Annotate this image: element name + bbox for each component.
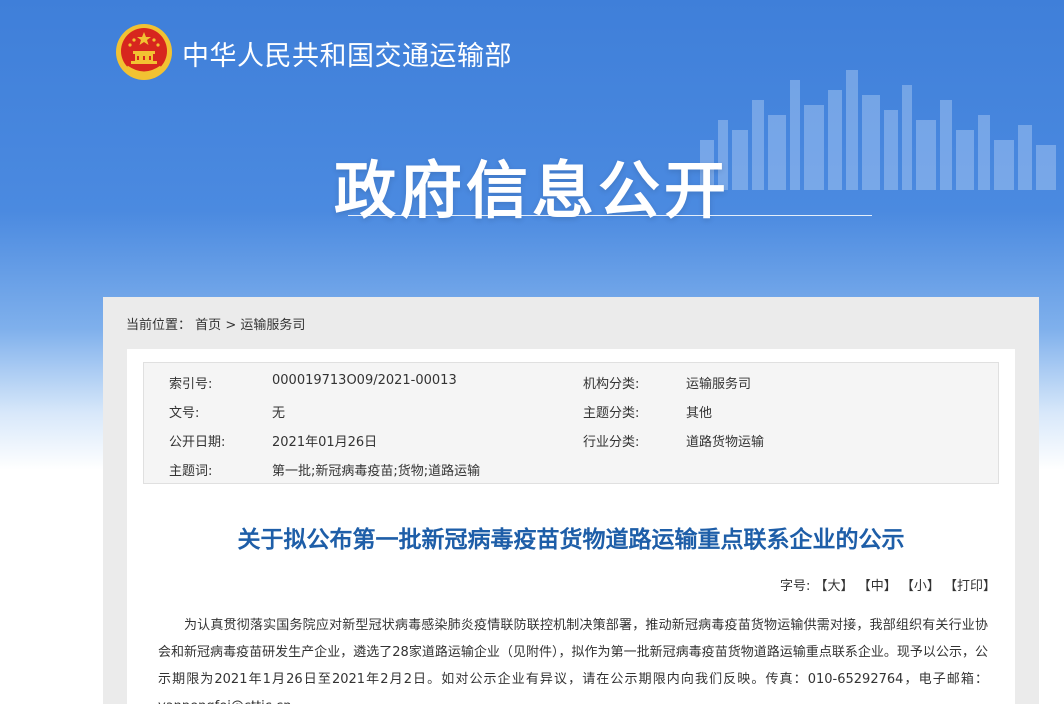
breadcrumb-current-link[interactable]: 运输服务司 [240,318,305,333]
article-body: 为认真贯彻落实国务院应对新型冠状病毒感染肺炎疫情联防联控机制决策部署，推动新冠病… [158,612,988,704]
article-title: 关于拟公布第一批新冠病毒疫苗货物道路运输重点联系企业的公示 [237,527,905,553]
topic-category-label: 主题分类: [583,406,640,421]
font-size-small-button[interactable]: 【小】 [901,579,940,594]
font-size-medium-button[interactable]: 【中】 [858,579,897,594]
metadata-table: 索引号: 000019713O09/2021-00013 机构分类: 运输服务司… [143,362,999,484]
industry-category-value: 道路货物运输 [686,435,765,450]
keywords-value: 第一批;新冠病毒疫苗;货物;道路运输 [272,464,481,479]
org-category-value: 运输服务司 [686,377,752,392]
publish-date-label: 公开日期: [169,435,226,450]
breadcrumb: 当前位置： 首页 > 运输服务司 [126,314,305,333]
industry-category-label: 行业分类: [583,435,640,450]
topic-category-value: 其他 [686,406,713,421]
breadcrumb-home-link[interactable]: 首页 [195,318,221,333]
font-size-controls: 字号: 【大】 【中】 【小】 【打印】 [780,575,996,594]
keywords-label: 主题词: [169,464,213,479]
article-paragraph: 为认真贯彻落实国务院应对新型冠状病毒感染肺炎疫情联防联控机制决策部署，推动新冠病… [158,618,988,704]
print-button[interactable]: 【打印】 [944,579,996,594]
breadcrumb-label: 当前位置： [126,318,192,333]
font-size-label: 字号: [780,579,811,594]
publish-date-value: 2021年01月26日 [272,435,378,450]
national-emblem-icon [116,24,172,80]
font-size-large-button[interactable]: 【大】 [815,579,854,594]
org-category-label: 机构分类: [583,377,640,392]
title-divider [348,215,872,216]
ministry-name[interactable]: 中华人民共和国交通运输部 [182,34,512,73]
doc-number-value: 无 [272,406,286,421]
doc-number-label: 文号: [169,406,200,421]
breadcrumb-separator: > [225,318,237,333]
index-value: 000019713O09/2021-00013 [272,373,457,388]
section-title: 政府信息公开 [333,154,730,227]
index-label: 索引号: [169,377,213,392]
